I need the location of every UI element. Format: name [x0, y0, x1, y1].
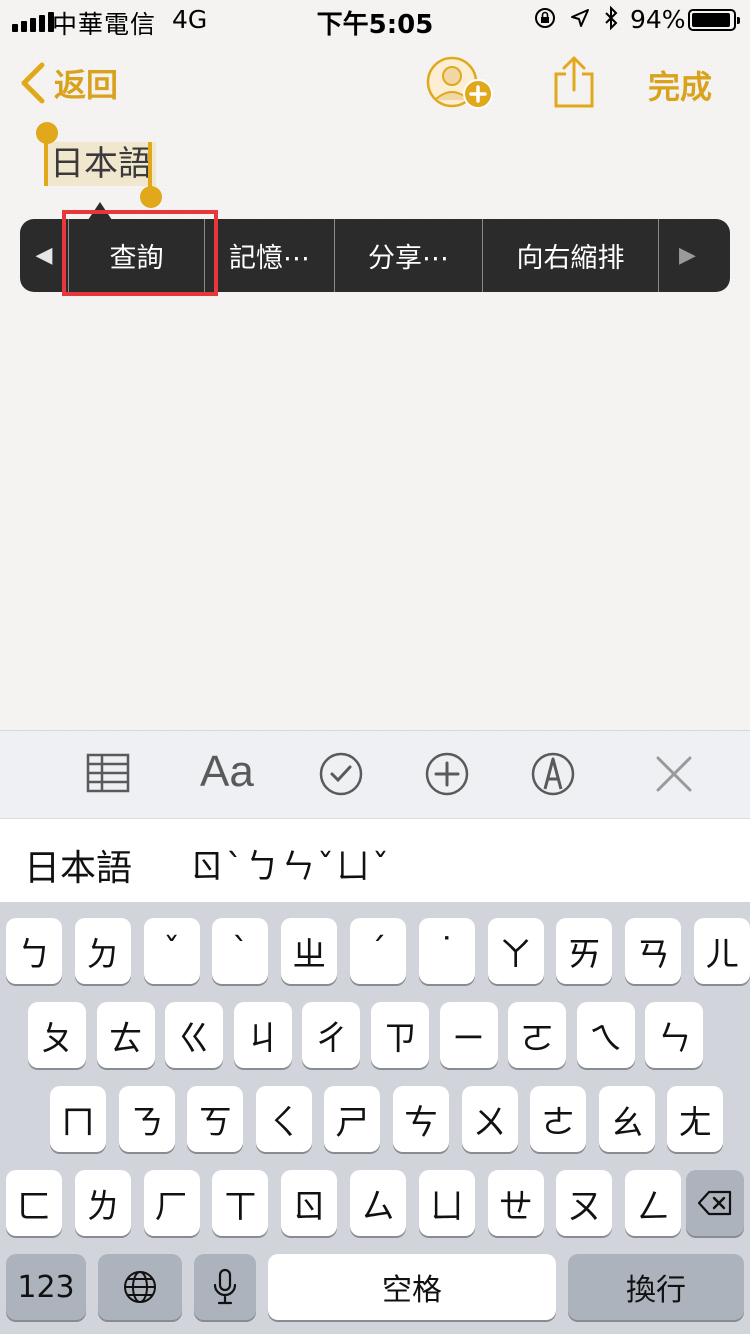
return-key[interactable]: 換行 [568, 1254, 744, 1320]
key-row3-4[interactable]: ㄑ [255, 1086, 312, 1152]
key-row4-3[interactable]: ㄏ [143, 1170, 200, 1236]
add-icon [425, 752, 469, 796]
key-row3-1[interactable]: ㄇ [50, 1086, 106, 1152]
menu-item-remember[interactable]: 記憶⋯ [204, 219, 334, 292]
battery-icon [688, 9, 740, 31]
delete-key[interactable] [686, 1170, 744, 1236]
key-row1-4[interactable]: ˋ [212, 918, 269, 984]
markup-button[interactable] [530, 751, 576, 801]
key-row4-7[interactable]: ㄩ [418, 1170, 475, 1236]
table-button[interactable] [86, 751, 130, 799]
close-toolbar-button[interactable] [654, 751, 694, 801]
microphone-icon [213, 1268, 237, 1305]
annotation-highlight-box [62, 210, 218, 296]
back-label: 返回 [54, 66, 119, 104]
key-row2-9[interactable]: ㄟ [576, 1002, 635, 1068]
selection-start-handle-knob[interactable] [36, 122, 58, 144]
key-row1-11[interactable]: ㄦ [694, 918, 750, 984]
back-button[interactable]: 返回 [18, 60, 118, 106]
key-row3-2[interactable]: ㄋ [118, 1086, 175, 1152]
menu-item-share[interactable]: 分享⋯ [334, 219, 482, 292]
key-row1-9[interactable]: ㄞ [556, 918, 613, 984]
numbers-key[interactable]: 123 [6, 1254, 86, 1320]
key-row3-5[interactable]: ㄕ [324, 1086, 381, 1152]
table-icon [86, 753, 130, 793]
key-row1-2[interactable]: ㄉ [74, 918, 131, 984]
key-row2-8[interactable]: ㄛ [508, 1002, 567, 1068]
key-row1-6[interactable]: ˊ [350, 918, 406, 984]
share-button[interactable] [552, 54, 596, 114]
key-row1-8[interactable]: ㄚ [487, 918, 544, 984]
candidate-bar: 日本語 ㄖˋㄅㄣˇㄩˇ [0, 818, 750, 902]
key-row3-3[interactable]: ㄎ [187, 1086, 244, 1152]
text-format-button[interactable]: Aa [200, 747, 254, 797]
candidate-word[interactable]: 日本語 [24, 839, 132, 891]
key-row1-3[interactable]: ˇ [143, 918, 200, 984]
key-row4-2[interactable]: ㄌ [74, 1170, 131, 1236]
location-icon [571, 9, 589, 27]
key-row3-10[interactable]: ㄤ [667, 1086, 724, 1152]
menu-previous-button[interactable]: ◀ [20, 219, 68, 292]
key-row4-10[interactable]: ㄥ [625, 1170, 682, 1236]
zhuyin-keyboard: ㄅㄉ ˇ ˋ ㄓ ˊ ˙ ㄚㄞㄢㄦ ㄆㄊㄍㄐㄔㄗㄧㄛㄟㄣ ㄇㄋㄎㄑㄕㄘㄨㄜㄠㄤ ㄈㄌㄏㄒㄖㄙ… [0, 902, 750, 1334]
globe-icon [124, 1271, 156, 1303]
key-row2-4[interactable]: ㄐ [233, 1002, 292, 1068]
selected-note-text[interactable]: 日本語 [46, 142, 156, 186]
key-row4-8[interactable]: ㄝ [487, 1170, 544, 1236]
key-row2-7[interactable]: ㄧ [439, 1002, 498, 1068]
add-attachment-button[interactable] [424, 751, 470, 801]
checklist-icon [319, 752, 363, 796]
selection-end-handle-knob[interactable] [140, 186, 162, 208]
dictation-key[interactable] [194, 1254, 256, 1320]
key-row4-1[interactable]: ㄈ [6, 1170, 62, 1236]
add-people-button[interactable] [426, 56, 496, 112]
done-button[interactable]: 完成 [648, 62, 712, 108]
triangle-left-icon: ◀ [35, 243, 53, 268]
backspace-icon [697, 1190, 732, 1216]
key-row1-1[interactable]: ㄅ [6, 918, 62, 984]
key-row2-5[interactable]: ㄔ [302, 1002, 361, 1068]
battery-percentage: 94% [630, 5, 686, 34]
status-icons [534, 6, 618, 30]
close-icon [656, 756, 692, 792]
format-toolbar: Aa [0, 730, 750, 818]
markup-icon [531, 752, 575, 796]
composition-text: ㄖˋㄅㄣˇㄩˇ [190, 847, 391, 887]
checklist-button[interactable] [318, 751, 364, 801]
globe-key[interactable] [98, 1254, 182, 1320]
key-row2-1[interactable]: ㄆ [28, 1002, 86, 1068]
key-row2-10[interactable]: ㄣ [645, 1002, 704, 1068]
note-background [0, 0, 750, 730]
share-icon [554, 56, 594, 108]
triangle-right-icon: ▶ [679, 243, 696, 268]
key-row3-9[interactable]: ㄠ [598, 1086, 655, 1152]
orientation-lock-icon [535, 8, 555, 28]
bluetooth-icon [605, 6, 618, 30]
add-person-icon [426, 56, 493, 109]
key-row2-3[interactable]: ㄍ [165, 1002, 224, 1068]
space-key[interactable]: 空格 [268, 1254, 556, 1320]
key-row2-2[interactable]: ㄊ [96, 1002, 155, 1068]
key-row3-7[interactable]: ㄨ [461, 1086, 518, 1152]
key-row1-10[interactable]: ㄢ [625, 918, 682, 984]
menu-item-indent-right[interactable]: 向右縮排 [482, 219, 658, 292]
key-row4-9[interactable]: ㄡ [556, 1170, 613, 1236]
status-bar: 中華電信 4G 下午5:05 94% [0, 0, 750, 40]
key-row3-6[interactable]: ㄘ [393, 1086, 449, 1152]
key-row4-4[interactable]: ㄒ [212, 1170, 269, 1236]
key-row1-7[interactable]: ˙ [418, 918, 475, 984]
key-row4-6[interactable]: ㄙ [350, 1170, 406, 1236]
key-row3-8[interactable]: ㄜ [530, 1086, 587, 1152]
chevron-left-icon [21, 62, 45, 104]
menu-next-button[interactable]: ▶ [658, 219, 716, 292]
key-row2-6[interactable]: ㄗ [371, 1002, 429, 1068]
key-row1-5[interactable]: ㄓ [281, 918, 338, 984]
key-row4-5[interactable]: ㄖ [281, 1170, 338, 1236]
